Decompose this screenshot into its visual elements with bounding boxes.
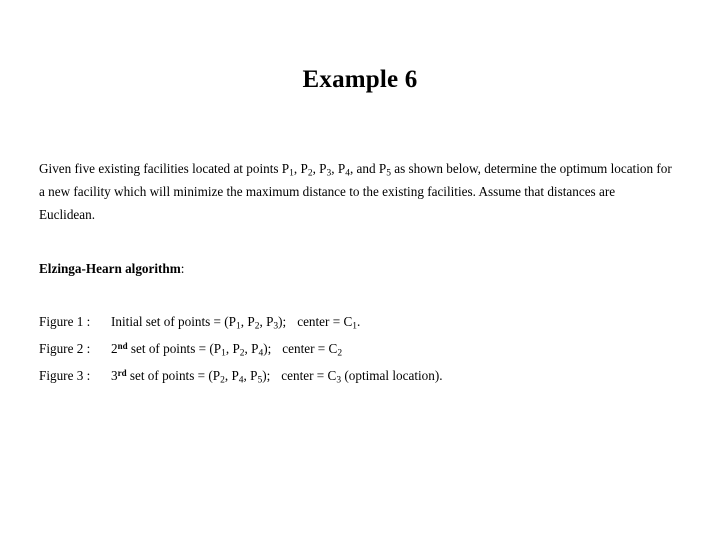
figure-set-sep-b: , P [243,368,258,383]
figure-description: 2nd set of points = (P1, P2, P4); center … [111,339,342,359]
figure-set-prefix: set of points = (P [126,368,221,383]
figure-list: Figure 1 : Initial set of points = (P1, P… [39,312,679,393]
figure-center-label: center = C [297,314,353,329]
figure-set-close: ); [278,314,287,329]
figure-center-label: center = C [282,341,338,356]
figure-label: Figure 3 : [39,368,91,383]
figure-ordinal-suffix: nd [117,341,128,352]
paragraph-text-4: , P [331,161,346,176]
figure-set-prefix: set of points = (P [127,341,222,356]
algorithm-heading-label: Elzinga-Hearn algorithm [39,261,181,276]
figure-ordinal: 3 [111,368,118,383]
figure-tail: . [357,314,361,329]
figure-line: Figure 1 : Initial set of points = (P1, P… [39,312,679,339]
paragraph-text-1: Given five existing facilities located a… [39,161,290,176]
figure-set-sep-b: , P [259,314,274,329]
figure-label: Figure 1 : [39,314,91,329]
figure-ordinal: 2 [111,341,118,356]
figure-set-sep-a: , P [224,368,239,383]
center-subscript: 2 [337,348,343,359]
paragraph-text-2: , P [293,161,308,176]
figure-tail: (optimal location). [341,368,443,383]
figure-line: Figure 3 : 3rd set of points = (P2, P4, P… [39,366,679,393]
problem-statement-paragraph: Given five existing facilities located a… [39,157,673,226]
slide-canvas: Example 6 Given five existing facilities… [0,0,720,540]
figure-center-label: center = C [281,368,337,383]
figure-description: Initial set of points = (P1, P2, P3); cen… [111,312,360,332]
figure-line: Figure 2 :2nd set of points = (P1, P2, P… [39,339,679,366]
figure-set-close: ); [262,368,271,383]
figure-set-sep-b: , P [244,341,259,356]
figure-ordinal-suffix: rd [117,368,127,379]
figure-set-sep-a: , P [225,341,240,356]
figure-set-sep-a: , P [240,314,255,329]
figure-description: 3rd set of points = (P2, P4, P5); center … [111,366,443,386]
paragraph-text-3: , P [312,161,327,176]
algorithm-heading-colon: : [180,261,185,276]
paragraph-text-5: , and P [349,161,387,176]
figure-set-prefix: Initial set of points = (P [111,314,237,329]
algorithm-heading: Elzinga-Hearn algorithm: [39,259,184,279]
page-title: Example 6 [302,66,418,93]
figure-set-close: ); [263,341,272,356]
figure-label: Figure 2 : [39,341,91,356]
